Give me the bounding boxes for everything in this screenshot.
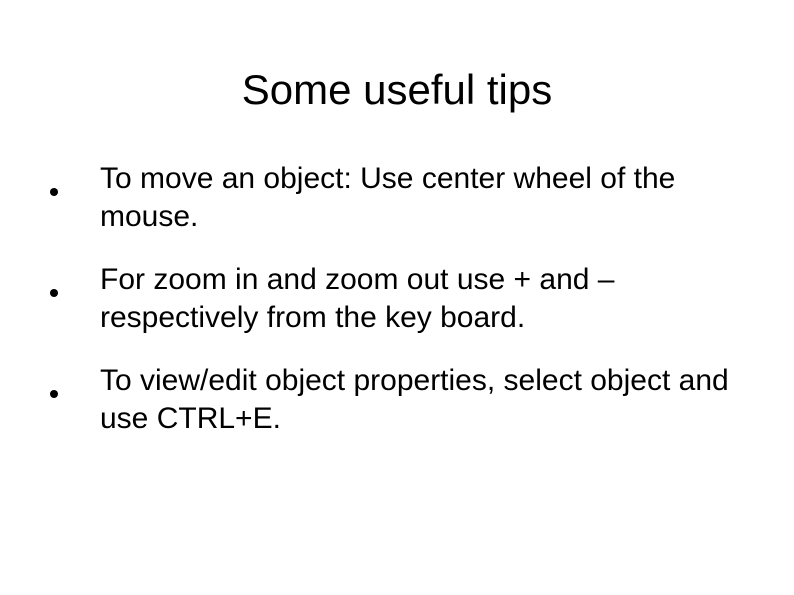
bullet-text: To view/edit object properties, select o… — [100, 362, 734, 439]
slide: Some useful tips To move an object: Use … — [0, 0, 794, 595]
bullet-icon — [50, 289, 58, 297]
list-item: For zoom in and zoom out use + and – res… — [38, 261, 734, 338]
bullet-text: For zoom in and zoom out use + and – res… — [100, 261, 734, 338]
bullet-text: To move an object: Use center wheel of t… — [100, 160, 734, 237]
bullet-icon — [50, 188, 58, 196]
slide-title: Some useful tips — [0, 66, 794, 114]
bullet-icon — [50, 390, 58, 398]
list-item: To move an object: Use center wheel of t… — [38, 160, 734, 237]
list-item: To view/edit object properties, select o… — [38, 362, 734, 439]
bullet-list: To move an object: Use center wheel of t… — [0, 160, 794, 438]
